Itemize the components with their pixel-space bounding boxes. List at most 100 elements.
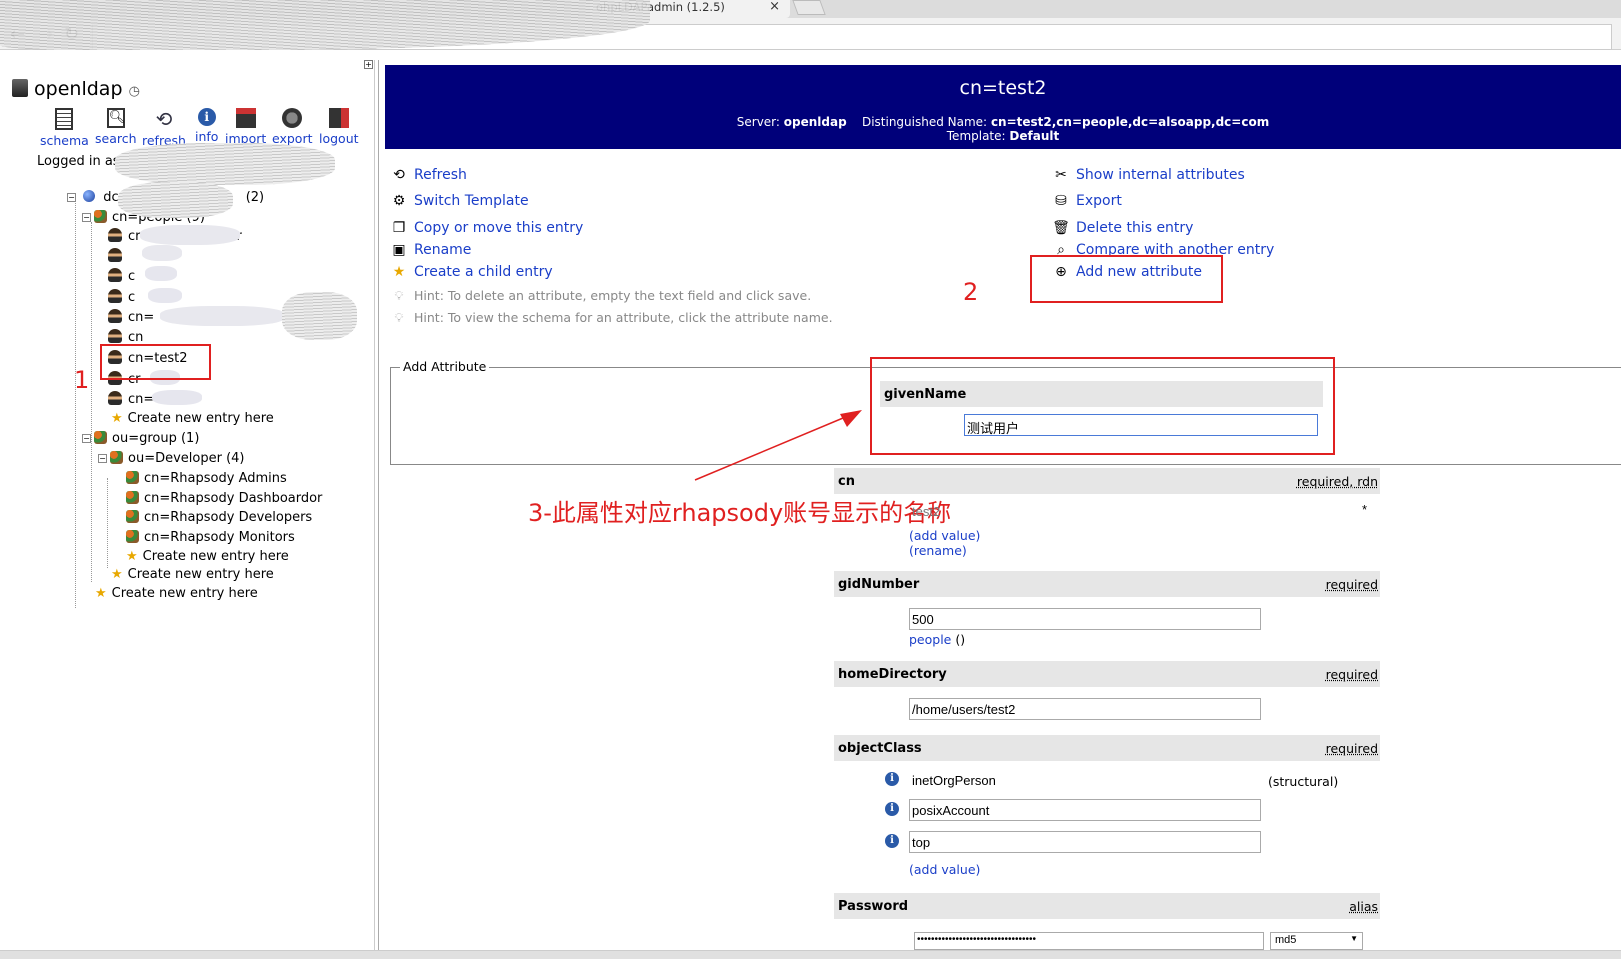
tree-group-entry[interactable]: cn=Rhapsody Monitors [126,530,295,545]
show-internal-action[interactable]: ✂ Show internal attributes [1052,167,1245,183]
annotation-3: 3-此属性对应rhapsody账号显示的名称 [528,499,952,527]
user-icon [108,329,122,343]
switch-template-link[interactable]: Switch Template [414,193,529,209]
info-icon[interactable]: i [885,802,899,816]
toolbar-logout[interactable]: logout [319,108,359,146]
objectclass-add-value[interactable]: (add value) [909,862,980,877]
tree-entry[interactable]: cn= [108,309,154,325]
entry-label: cn [128,330,144,345]
create-entry-link[interactable]: ★ Create new entry here [95,586,258,601]
user-icon [108,309,122,323]
tree-group-entry[interactable]: cn=Rhapsody Developers [126,510,312,525]
star-icon: ★ [111,411,123,426]
group-label: cn=Rhapsody Monitors [144,530,295,545]
show-internal-link[interactable]: Show internal attributes [1076,167,1245,183]
homedirectory-label[interactable]: homeDirectory [838,667,947,682]
rename-link[interactable]: (rename) [909,543,967,558]
tree-group-entry[interactable]: cn=Rhapsody Dashboardor [126,491,322,506]
entry-label: c [128,290,136,305]
rename-link[interactable]: Rename [414,242,471,258]
cn-label[interactable]: cn [838,474,855,489]
refresh-icon: ⟲ [155,107,173,131]
hint-text: Hint: To delete an attribute, empty the … [414,288,812,303]
cn-tag: required, rdn [1296,474,1378,489]
add-value-link[interactable]: (add value) [909,528,980,543]
password-input[interactable]: •••••••••••••••••••••••••••••••••• [914,932,1264,950]
create-entry-link[interactable]: ★ Create new entry here [126,549,289,564]
dn-value: cn=test2,cn=people,dc=alsoapp,dc=com [990,115,1270,129]
refresh-action[interactable]: ⟲ Refresh [390,167,467,183]
toolbar-info[interactable]: i info [195,108,218,144]
export-link[interactable]: Export [1076,193,1122,209]
group-icon [94,210,107,223]
entry-header: cn=test2 Server: openldap Distinguished … [385,65,1621,149]
entry-label: c [128,269,136,284]
tree-entry[interactable]: cn [108,329,143,345]
export-action[interactable]: ⛁ Export [1052,193,1122,209]
collapse-icon[interactable]: − [67,193,76,202]
create-entry-label: Create new entry here [142,549,289,564]
tree-entry[interactable]: c [108,289,135,305]
info-icon[interactable]: i [885,772,899,786]
create-entry-link[interactable]: ★ Create new entry here [111,411,274,426]
gidnumber-attribute-bar: gidNumber required [834,571,1380,597]
homedirectory-input[interactable]: /home/users/test2 [909,698,1261,720]
toolbar-search[interactable]: 🔍︎ search [95,108,137,146]
redaction-blur [160,306,285,326]
toolbar-schema[interactable]: schema [40,108,89,148]
password-attribute-bar: Password alias [834,893,1380,919]
tree-entry[interactable] [108,248,128,264]
copy-move-link[interactable]: Copy or move this entry [414,220,583,236]
objectclass-input-3[interactable]: top [909,831,1261,853]
tree-entry[interactable]: cn= [108,391,154,407]
user-icon [108,228,122,242]
info-icon[interactable]: i [885,834,899,848]
copy-move-action[interactable]: ❐ Copy or move this entry [390,220,584,236]
password-label[interactable]: Password [838,899,908,914]
user-icon [108,268,122,282]
toolbar-export[interactable]: export [272,108,313,146]
collapse-icon[interactable]: − [98,454,107,463]
objectclass-input-2[interactable]: posixAccount [909,799,1261,821]
tab-close-icon[interactable]: × [769,0,780,14]
export-icon [282,108,303,128]
collapse-icon[interactable]: − [82,434,91,443]
ou-developer-label: ou=Developer (4) [128,451,245,466]
gidnumber-label[interactable]: gidNumber [838,577,919,592]
collapse-toggle[interactable]: + [364,60,373,69]
cn-add-value-link[interactable]: (add value) [909,528,980,543]
delete-entry-link[interactable]: Delete this entry [1076,220,1193,236]
server-title: openldap ◷ [12,78,140,100]
schema-icon [55,108,74,130]
refresh-link[interactable]: Refresh [414,167,467,183]
toolbar-import[interactable]: import [225,108,266,146]
toolbar-refresh[interactable]: ⟲ refresh [142,108,186,148]
switch-template-action[interactable]: ⚙ Switch Template [390,193,529,209]
cn-rename-link[interactable]: (rename) [909,543,967,558]
objectclass-label[interactable]: objectClass [838,741,922,756]
group-label: cn=Rhapsody Developers [144,510,313,525]
tree-ou-developer[interactable]: − ou=Developer (4) [98,451,245,466]
create-entry-link[interactable]: ★ Create new entry here [111,567,274,582]
delete-entry-action[interactable]: 🗑︎ Delete this entry [1052,220,1193,236]
collapse-icon[interactable]: − [82,213,91,222]
redaction-blur [145,266,177,281]
horizontal-scrollbar[interactable] [0,950,1621,959]
group-icon [126,471,139,484]
logout-icon [328,108,349,128]
server-label: Server: [736,115,780,129]
highlight-box-3 [870,357,1335,455]
tree-group-entry[interactable]: cn=Rhapsody Admins [126,471,287,486]
hash-select[interactable]: md5 ▼ [1270,932,1363,950]
tree-ou-group[interactable]: − ou=group (1) [82,431,199,446]
panel-separator [378,60,379,950]
create-child-action[interactable]: ★ Create a child entry [390,264,553,280]
annotation-1: 1 [74,366,90,394]
redaction-blur [140,225,240,245]
add-value-link[interactable]: (add value) [909,862,980,877]
gidnumber-input[interactable]: 500 [909,608,1261,630]
rename-action[interactable]: ▣ Rename [390,242,471,258]
people-group-link[interactable]: people [909,632,951,647]
new-tab-button[interactable] [792,0,826,15]
create-child-link[interactable]: Create a child entry [414,264,553,280]
